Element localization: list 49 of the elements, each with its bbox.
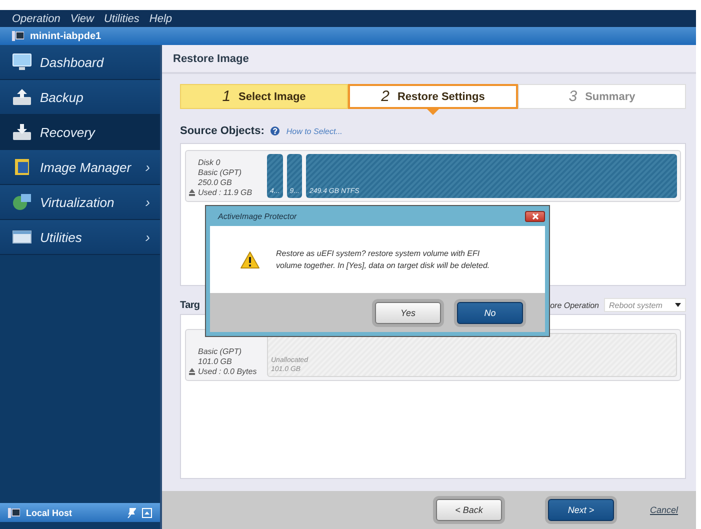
section-heading: Source Objects: — [180, 125, 264, 137]
monitor-icon — [12, 53, 32, 71]
sidebar-item[interactable]: Dashboard — [0, 45, 160, 80]
cancel-link[interactable]: Cancel — [650, 505, 678, 515]
help-icon[interactable] — [270, 126, 280, 136]
menu-item[interactable]: Utilities — [104, 12, 140, 24]
host-name: minint-iabpde1 — [30, 30, 102, 42]
disk-info-text: Basic (GPT) — [198, 347, 243, 357]
menu-item[interactable]: Help — [149, 12, 172, 24]
close-button[interactable] — [525, 210, 545, 222]
page-title: Restore Image — [162, 45, 696, 74]
eject-icon — [189, 189, 195, 196]
dropdown-arrow-icon — [675, 303, 681, 307]
globe-windows-icon — [12, 193, 32, 211]
wizard-step: 1 Select Image — [180, 84, 348, 109]
menu-item[interactable]: View — [70, 12, 94, 24]
operation-dropdown[interactable]: Reboot system — [604, 298, 686, 312]
disk-info-text: 250.0 GB — [198, 178, 233, 188]
sidebar-item[interactable]: Backup — [0, 80, 160, 115]
pin-icon[interactable] — [127, 508, 136, 518]
menu-item[interactable]: Operation — [12, 12, 60, 24]
sidebar-item[interactable]: Utilities › — [0, 220, 160, 255]
sidebar-item[interactable]: Virtualization › — [0, 185, 160, 220]
computer-icon — [8, 508, 20, 518]
disk-info-text: Disk 0 — [198, 158, 222, 168]
section-heading: Targ — [180, 300, 201, 310]
step-pointer — [427, 109, 439, 115]
close-icon — [532, 212, 538, 220]
disk-info-text: Basic (GPT) — [198, 168, 243, 178]
local-host-label: Local Host — [26, 508, 74, 518]
window-icon — [12, 228, 32, 246]
drive-upload-icon — [12, 88, 32, 106]
dialog-message: Restore as uEFI system? restore system volume with EFI volume together. In [Yes], data on target disk will be deleted. — [276, 248, 491, 272]
operation-label: ore Operation — [550, 300, 599, 310]
wizard-step: 3 Summary — [518, 84, 686, 109]
image-file-icon — [12, 158, 32, 176]
collapse-icon[interactable] — [142, 508, 152, 518]
next-button[interactable]: Next > — [548, 499, 614, 521]
warning-icon — [240, 250, 260, 268]
disk-info-text: Used : 0.0 Bytes — [198, 367, 257, 377]
computer-icon — [12, 31, 24, 41]
dialog-title: ActiveImage Protector — [216, 212, 298, 220]
disk-info-text: 101.0 GB — [198, 357, 233, 367]
sidebar-item[interactable]: Image Manager › — [0, 150, 160, 185]
eject-icon — [189, 368, 195, 375]
back-button[interactable]: < Back — [436, 499, 502, 521]
drive-download-icon — [12, 123, 32, 141]
disk-info-text: Used : 11.9 GB — [198, 188, 252, 198]
sidebar-item[interactable]: Recovery — [0, 115, 160, 150]
